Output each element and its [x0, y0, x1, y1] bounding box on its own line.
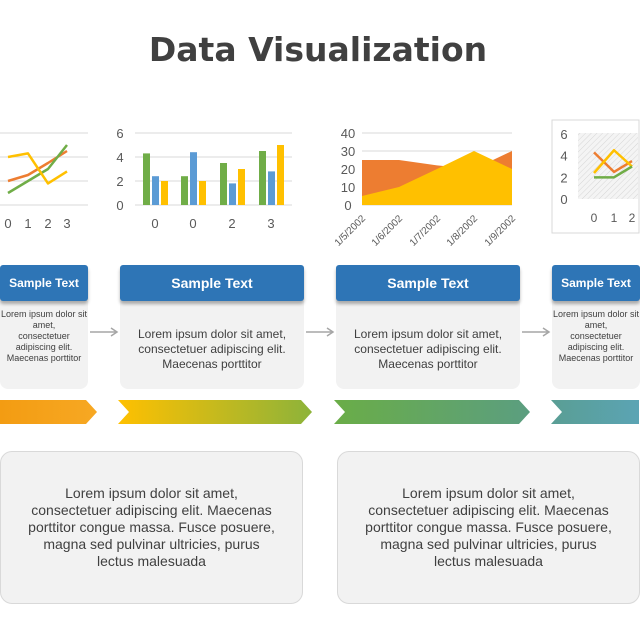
detail-text-line: porttitor congue massa. Fusce posuere,: [365, 519, 612, 535]
chart-2-bar: [190, 152, 197, 205]
chart-3-x-tick: 1/9/2002: [483, 213, 519, 249]
detail-box: Lorem ipsum dolor sit amet, consectetuer …: [337, 451, 640, 604]
detail-text: Lorem ipsum dolor sit amet, consectetuer …: [1, 485, 302, 570]
chevron-2: [118, 400, 312, 424]
arrow-2-icon: [306, 327, 335, 337]
chart-2-x-tick: 2: [228, 216, 235, 231]
chart-1-x-tick: 0: [4, 216, 11, 231]
chart-2-x-tick: 3: [267, 216, 274, 231]
chart-3-x-tick: 1/7/2002: [408, 213, 444, 249]
chart-3-x-tick: 1/5/2002: [333, 213, 369, 249]
chart-4-y-tick: 0: [560, 192, 567, 207]
chart-4-x-tick: 1: [611, 211, 618, 225]
step-card-text-line: Maecenas porttitor: [6, 353, 82, 363]
chart-4-x-tick: 0: [591, 211, 598, 225]
chart-2-bar: [161, 181, 168, 205]
detail-text-line: porttitor congue massa. Fusce posuere,: [28, 519, 275, 535]
process-chevrons: [0, 400, 639, 424]
arrow-1-icon: [90, 327, 119, 337]
chart-2-bar: [238, 169, 245, 205]
step-card-text-line: Maecenas porttitor: [378, 357, 478, 371]
detail-text-line: magna sed pulvinar ultricies, purus: [43, 536, 260, 552]
chart-3-y-tick: 0: [344, 198, 351, 213]
chart-2-y-tick: 0: [116, 198, 123, 213]
detail-text-line: lectus malesuada: [97, 553, 206, 569]
chart-3-y-tick: 20: [341, 162, 355, 177]
charts-area: 0 1 2 302460 0 2 30102030401/5/2002 1/6/2002 1/7…: [0, 119, 640, 249]
chart-2-bar: [152, 176, 159, 205]
chart-1-x-tick: 2: [44, 216, 51, 231]
chart-4-y-tick: 4: [560, 149, 567, 164]
detail-text-line: Lorem ipsum dolor sit amet,: [402, 485, 575, 501]
detail-text-line: lectus malesuada: [434, 553, 543, 569]
chart-2-bar: [268, 171, 275, 205]
chart-3-x-tick: 1/6/2002: [370, 213, 406, 249]
arrow-3-icon: [522, 327, 551, 337]
detail-box: Lorem ipsum dolor sit amet, consectetuer …: [0, 451, 303, 604]
step-card-heading: Sample Text: [0, 265, 88, 301]
chart-3-y-tick: 10: [341, 180, 355, 195]
chart-1-x-tick: 3: [63, 216, 70, 231]
step-arrows: [90, 327, 551, 337]
step-card-heading: Sample Text: [120, 265, 304, 301]
chart-2-bar: [259, 151, 266, 205]
chart-2-bar: [199, 181, 206, 205]
chart-3-y-tick: 30: [341, 144, 355, 159]
step-card-heading: Sample Text: [336, 265, 520, 301]
chevron-1: [0, 400, 97, 424]
chart-1-x-tick: 1: [24, 216, 31, 231]
chart-2-bar: [229, 183, 236, 205]
chart-2-bar: [220, 163, 227, 205]
chart-4-y-tick: 2: [560, 170, 567, 185]
chart-2-bar: [143, 153, 150, 205]
chart-3-y-tick: 40: [341, 126, 355, 141]
step-card-heading: Sample Text: [552, 265, 640, 301]
step-card-text-line: Maecenas porttitor: [162, 357, 262, 371]
chart-2-y-tick: 2: [116, 174, 123, 189]
detail-text-line: consectetuer adipiscing elit. Maecenas: [31, 502, 272, 518]
chart-2-y-tick: 4: [116, 150, 123, 165]
chart-2-x-tick: 0: [151, 216, 158, 231]
detail-text: Lorem ipsum dolor sit amet, consectetuer …: [338, 485, 639, 570]
chevron-3: [334, 400, 530, 424]
chart-2-bar: [277, 145, 284, 205]
detail-text-line: Lorem ipsum dolor sit amet,: [65, 485, 238, 501]
detail-text-line: magna sed pulvinar ultricies, purus: [380, 536, 597, 552]
chart-2-bar: [181, 176, 188, 205]
chart-3-x-tick: 1/8/2002: [445, 213, 481, 249]
step-card-text-line: Maecenas porttitor: [558, 353, 634, 363]
chart-4-x-tick: 2: [629, 211, 636, 225]
chart-2-y-tick: 6: [116, 126, 123, 141]
chart-2-x-tick: 0: [189, 216, 196, 231]
chart-4-y-tick: 6: [560, 127, 567, 142]
detail-text-line: consectetuer adipiscing elit. Maecenas: [368, 502, 609, 518]
chevron-4: [551, 400, 639, 424]
